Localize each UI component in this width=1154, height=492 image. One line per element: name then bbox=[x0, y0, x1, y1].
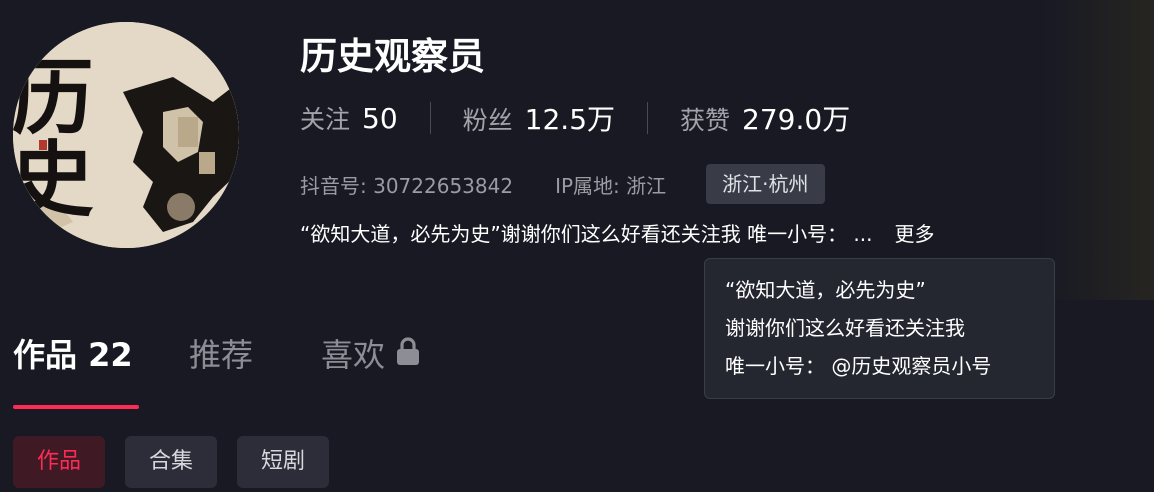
tooltip-line: 唯一小号： @历史观察员小号 bbox=[725, 354, 992, 378]
ip-location: IP属地: 浙江 bbox=[555, 173, 667, 198]
bio-tooltip: “欲知大道，必先为史” 谢谢你们这么好看还关注我 唯一小号： @历史观察员小号 bbox=[704, 258, 1055, 399]
stat-likes: 获赞 279.0万 bbox=[680, 98, 850, 138]
bio-text: “欲知大道，必先为史”谢谢你们这么好看还关注我 唯一小号： ... bbox=[300, 221, 873, 246]
location-badge: 浙江·杭州 bbox=[706, 164, 825, 204]
stat-following-value: 50 bbox=[362, 102, 398, 135]
username: 历史观察员 bbox=[300, 35, 485, 78]
avatar-text: 历史 bbox=[13, 54, 93, 218]
stat-followers-label: 粉丝 bbox=[462, 106, 513, 135]
content-filter: 作品 合集 短剧 bbox=[13, 436, 349, 488]
stat-followers-value: 12.5万 bbox=[524, 103, 616, 136]
filter-short-drama[interactable]: 短剧 bbox=[237, 436, 330, 488]
avatar-calligraphy-image: 历史 bbox=[13, 22, 239, 248]
stats-row: 关注 50 粉丝 12.5万 获赞 279.0万 bbox=[300, 96, 850, 140]
tooltip-line: 谢谢你们这么好看还关注我 bbox=[725, 316, 965, 340]
meta-row: 抖音号: 30722653842 IP属地: 浙江 浙江·杭州 bbox=[300, 164, 825, 204]
tab-likes-label: 喜欢 bbox=[321, 336, 386, 374]
stat-followers[interactable]: 粉丝 12.5万 bbox=[463, 98, 615, 138]
tooltip-line: “欲知大道，必先为史” bbox=[725, 278, 926, 302]
filter-works[interactable]: 作品 bbox=[13, 436, 106, 488]
stat-divider bbox=[429, 102, 431, 134]
tab-likes[interactable]: 喜欢 bbox=[321, 330, 421, 380]
bio: “欲知大道，必先为史”谢谢你们这么好看还关注我 唯一小号： ... 更多 bbox=[300, 214, 935, 250]
douyin-id: 抖音号: 30722653842 bbox=[300, 173, 514, 198]
stat-likes-label: 获赞 bbox=[680, 106, 731, 135]
filter-collections[interactable]: 合集 bbox=[125, 436, 218, 488]
avatar[interactable]: 历史 bbox=[13, 22, 239, 248]
bio-more-button[interactable]: 更多 bbox=[895, 218, 935, 247]
header-background-glow bbox=[1040, 0, 1154, 300]
active-tab-indicator bbox=[13, 405, 139, 409]
stat-following-label: 关注 bbox=[300, 105, 351, 134]
tab-recommend[interactable]: 推荐 bbox=[189, 330, 253, 380]
stat-likes-value: 279.0万 bbox=[742, 103, 851, 136]
stat-following[interactable]: 关注 50 bbox=[300, 100, 398, 136]
tab-works[interactable]: 作品 22 bbox=[13, 330, 133, 380]
stat-divider bbox=[647, 102, 649, 134]
lock-icon bbox=[395, 330, 421, 380]
